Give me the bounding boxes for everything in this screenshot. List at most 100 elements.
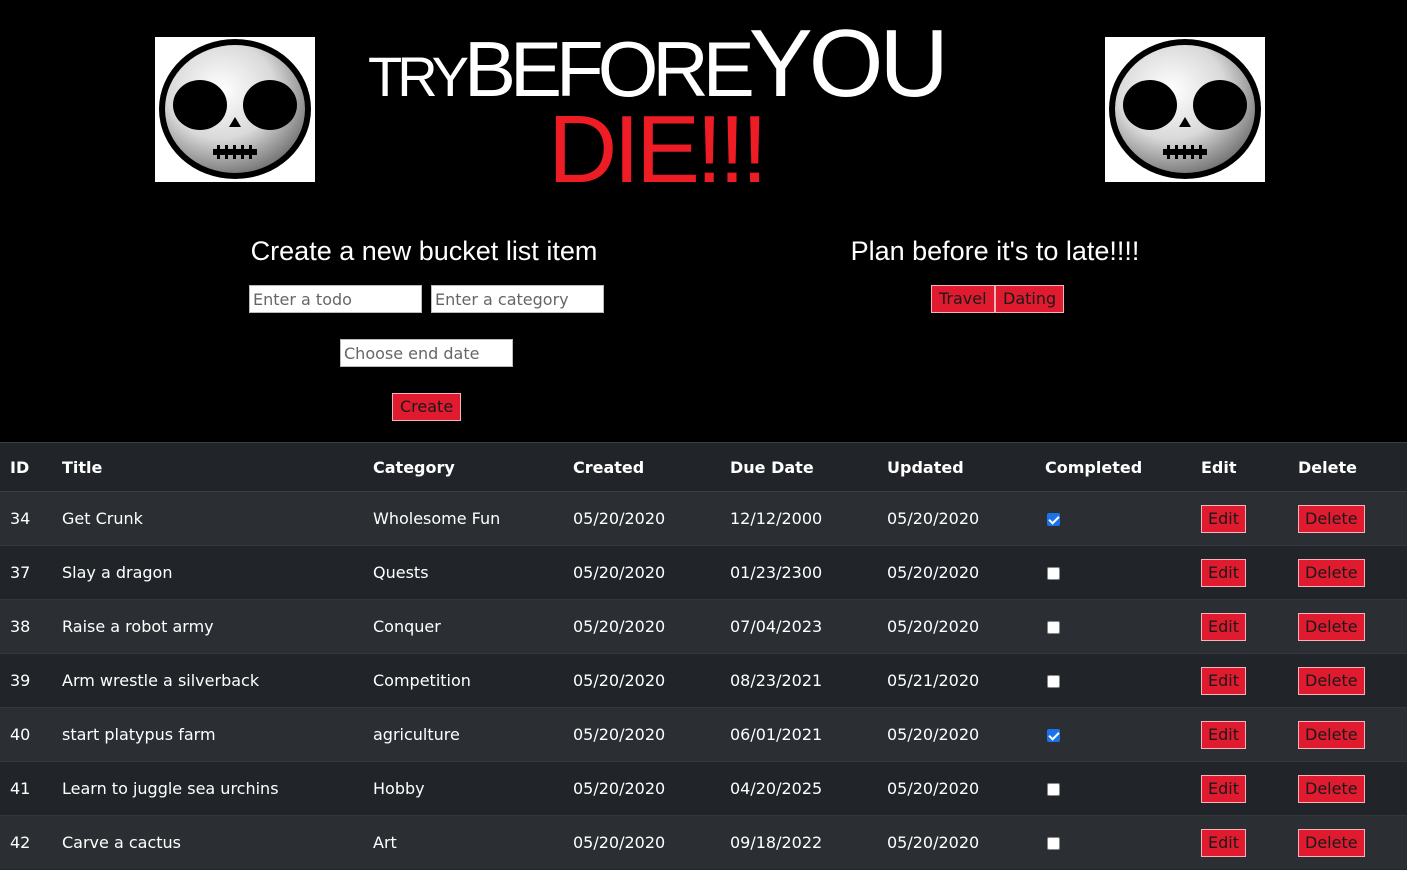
edit-button[interactable]: Edit xyxy=(1201,504,1246,533)
create-button[interactable]: Create xyxy=(392,393,462,421)
cell-category: Competition xyxy=(373,653,573,708)
completed-checkbox[interactable] xyxy=(1047,783,1060,796)
cell-category: Art xyxy=(373,815,573,869)
skull-icon xyxy=(159,39,311,179)
delete-button[interactable]: Delete xyxy=(1298,774,1365,803)
cell-completed xyxy=(1045,545,1201,600)
cell-created: 05/20/2020 xyxy=(573,545,730,600)
cell-edit: Edit xyxy=(1201,599,1298,654)
table-row: 42 Carve a cactus Art 05/20/2020 09/18/2022 0… xyxy=(0,815,1407,869)
completed-checkbox[interactable] xyxy=(1047,621,1060,634)
edit-button[interactable]: Edit xyxy=(1201,720,1246,749)
cell-created: 05/20/2020 xyxy=(573,815,730,869)
completed-checkbox[interactable] xyxy=(1047,567,1060,580)
end-date-input[interactable] xyxy=(340,339,513,367)
cell-id: 41 xyxy=(0,761,62,816)
cell-due-date: 01/23/2300 xyxy=(730,545,887,600)
cell-title: Slay a dragon xyxy=(62,545,373,600)
cell-completed xyxy=(1045,761,1201,816)
cell-edit: Edit xyxy=(1201,707,1298,762)
cell-due-date: 12/12/2000 xyxy=(730,491,887,546)
header-updated: Updated xyxy=(887,443,1045,492)
cell-completed xyxy=(1045,599,1201,654)
cell-title: Learn to juggle sea urchins xyxy=(62,761,373,816)
cell-category: Conquer xyxy=(373,599,573,654)
delete-button[interactable]: Delete xyxy=(1298,558,1365,587)
header-category: Category xyxy=(373,443,573,492)
cell-category: Hobby xyxy=(373,761,573,816)
cell-delete: Delete xyxy=(1298,761,1407,816)
header-id: ID xyxy=(0,443,62,492)
cell-due-date: 04/20/2025 xyxy=(730,761,887,816)
cell-id: 42 xyxy=(0,815,62,869)
todo-input[interactable] xyxy=(249,285,422,313)
cell-category: agriculture xyxy=(373,707,573,762)
header-created: Created xyxy=(573,443,730,492)
skull-image-left xyxy=(155,37,315,182)
cell-id: 38 xyxy=(0,599,62,654)
cell-delete: Delete xyxy=(1298,815,1407,869)
cell-completed xyxy=(1045,653,1201,708)
cell-category: Wholesome Fun xyxy=(373,491,573,546)
cell-delete: Delete xyxy=(1298,545,1407,600)
create-heading: Create a new bucket list item xyxy=(250,236,598,266)
cell-title: start platypus farm xyxy=(62,707,373,762)
edit-button[interactable]: Edit xyxy=(1201,612,1246,641)
completed-checkbox[interactable] xyxy=(1047,513,1060,526)
delete-button[interactable]: Delete xyxy=(1298,720,1365,749)
cell-created: 05/20/2020 xyxy=(573,761,730,816)
cell-id: 34 xyxy=(0,491,62,546)
cell-created: 05/20/2020 xyxy=(573,707,730,762)
cell-category: Quests xyxy=(373,545,573,600)
table-row: 34 Get Crunk Wholesome Fun 05/20/2020 12/12/… xyxy=(0,491,1407,546)
cell-edit: Edit xyxy=(1201,653,1298,708)
cell-delete: Delete xyxy=(1298,707,1407,762)
logo-try: TRY xyxy=(368,45,469,108)
cell-edit: Edit xyxy=(1201,761,1298,816)
delete-button[interactable]: Delete xyxy=(1298,612,1365,641)
cell-id: 37 xyxy=(0,545,62,600)
skull-image-right xyxy=(1105,37,1265,182)
cell-title: Arm wrestle a silverback xyxy=(62,653,373,708)
edit-button[interactable]: Edit xyxy=(1201,828,1246,857)
cell-updated: 05/21/2020 xyxy=(887,653,1045,708)
dating-button[interactable]: Dating xyxy=(995,285,1065,313)
delete-button[interactable]: Delete xyxy=(1298,666,1365,695)
header-delete: Delete xyxy=(1298,443,1407,492)
cell-due-date: 07/04/2023 xyxy=(730,599,887,654)
edit-button[interactable]: Edit xyxy=(1201,774,1246,803)
cell-delete: Delete xyxy=(1298,653,1407,708)
cell-completed xyxy=(1045,491,1201,546)
edit-button[interactable]: Edit xyxy=(1201,666,1246,695)
table-row: 40 start platypus farm agriculture 05/20/20… xyxy=(0,707,1407,762)
table-row: 39 Arm wrestle a silverback Competition 05/… xyxy=(0,653,1407,708)
cell-title: Carve a cactus xyxy=(62,815,373,869)
delete-button[interactable]: Delete xyxy=(1298,504,1365,533)
table-row: 38 Raise a robot army Conquer 05/20/2020 07/… xyxy=(0,599,1407,654)
table-header-row: ID Title Category Created Due Date Updat… xyxy=(0,443,1407,492)
table-row: 41 Learn to juggle sea urchins Hobby 05/20/… xyxy=(0,761,1407,816)
cell-edit: Edit xyxy=(1201,545,1298,600)
header-completed: Completed xyxy=(1045,443,1201,492)
cell-id: 40 xyxy=(0,707,62,762)
travel-button[interactable]: Travel xyxy=(931,285,995,313)
cell-created: 05/20/2020 xyxy=(573,653,730,708)
cell-due-date: 09/18/2022 xyxy=(730,815,887,869)
bucket-list-table: ID Title Category Created Due Date Updat… xyxy=(0,442,1407,870)
delete-button[interactable]: Delete xyxy=(1298,828,1365,857)
header-due-date: Due Date xyxy=(730,443,887,492)
completed-checkbox[interactable] xyxy=(1047,837,1060,850)
edit-button[interactable]: Edit xyxy=(1201,558,1246,587)
completed-checkbox[interactable] xyxy=(1047,675,1060,688)
skull-icon xyxy=(1109,39,1261,179)
cell-title: Raise a robot army xyxy=(62,599,373,654)
completed-checkbox[interactable] xyxy=(1047,729,1060,742)
cell-delete: Delete xyxy=(1298,599,1407,654)
cell-due-date: 08/23/2021 xyxy=(730,653,887,708)
cell-created: 05/20/2020 xyxy=(573,599,730,654)
category-input[interactable] xyxy=(431,285,604,313)
cell-delete: Delete xyxy=(1298,491,1407,546)
header-title: Title xyxy=(62,443,373,492)
cell-title: Get Crunk xyxy=(62,491,373,546)
cell-completed xyxy=(1045,815,1201,869)
